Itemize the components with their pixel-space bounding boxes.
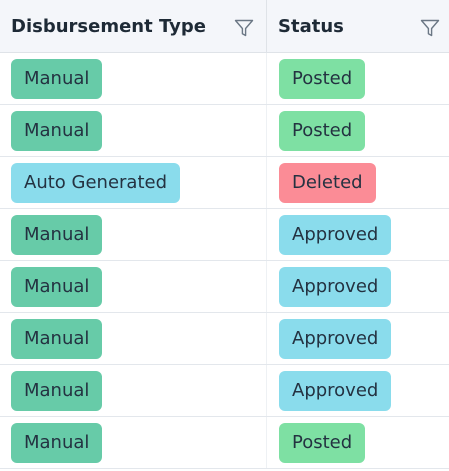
status-badge: Approved	[279, 214, 392, 255]
type-badge: Manual	[11, 318, 103, 359]
disbursement-type-cell: Manual	[0, 261, 267, 312]
disbursement-type-cell: Manual	[0, 53, 267, 104]
column-header-label: Status	[278, 15, 344, 37]
disbursement-type-cell: Manual	[0, 365, 267, 416]
type-badge: Manual	[11, 58, 103, 99]
status-cell: Approved	[267, 209, 449, 260]
status-cell: Approved	[267, 365, 449, 416]
status-cell: Posted	[267, 53, 449, 104]
funnel-filter-icon[interactable]	[233, 17, 255, 39]
grid-body: Manual Posted Manual Posted Auto Generat…	[0, 53, 449, 469]
status-badge: Approved	[279, 370, 392, 411]
status-badge: Posted	[279, 58, 366, 99]
type-badge: Manual	[11, 422, 103, 463]
table-row[interactable]: Manual Approved	[0, 313, 449, 365]
table-row[interactable]: Auto Generated Deleted	[0, 157, 449, 209]
table-row[interactable]: Manual Posted	[0, 105, 449, 157]
table-row[interactable]: Manual Posted	[0, 53, 449, 105]
type-badge: Manual	[11, 266, 103, 307]
status-badge: Deleted	[279, 162, 376, 203]
status-cell: Deleted	[267, 157, 449, 208]
column-header-status[interactable]: Status	[267, 0, 449, 52]
status-cell: Posted	[267, 105, 449, 156]
type-badge: Manual	[11, 370, 103, 411]
status-cell: Approved	[267, 261, 449, 312]
table-row[interactable]: Manual Approved	[0, 261, 449, 313]
type-badge: Manual	[11, 214, 103, 255]
type-badge: Auto Generated	[11, 162, 181, 203]
grid-header: Disbursement Type Status	[0, 0, 449, 53]
column-header-disbursement-type[interactable]: Disbursement Type	[0, 0, 267, 52]
status-cell: Approved	[267, 313, 449, 364]
table-row[interactable]: Manual Posted	[0, 417, 449, 469]
status-badge: Approved	[279, 266, 392, 307]
disbursement-type-cell: Manual	[0, 313, 267, 364]
funnel-filter-icon[interactable]	[419, 17, 441, 39]
disbursement-type-cell: Manual	[0, 417, 267, 468]
disbursement-grid: Disbursement Type Status Manual Posted M…	[0, 0, 449, 471]
status-badge: Posted	[279, 422, 366, 463]
table-row[interactable]: Manual Approved	[0, 365, 449, 417]
status-cell: Posted	[267, 417, 449, 468]
status-badge: Posted	[279, 110, 366, 151]
column-header-label: Disbursement Type	[11, 15, 206, 37]
disbursement-type-cell: Manual	[0, 105, 267, 156]
disbursement-type-cell: Manual	[0, 209, 267, 260]
type-badge: Manual	[11, 110, 103, 151]
disbursement-type-cell: Auto Generated	[0, 157, 267, 208]
status-badge: Approved	[279, 318, 392, 359]
table-row[interactable]: Manual Approved	[0, 209, 449, 261]
